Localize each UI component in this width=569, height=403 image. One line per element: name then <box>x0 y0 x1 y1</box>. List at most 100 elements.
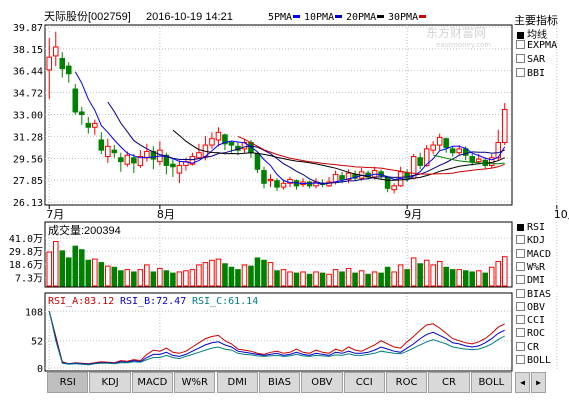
volume-bar <box>391 271 397 287</box>
candle-body <box>111 149 118 154</box>
sub-indicator-item-wpctr[interactable]: W%R <box>516 261 546 273</box>
candle-body <box>59 57 66 70</box>
volume-bar <box>436 260 443 287</box>
sub-indicator-item-label: CCI <box>527 315 546 327</box>
quote-datetime: 2016-10-19 14:21 <box>146 11 233 23</box>
ma-legend: 5PMA 10PMA 20PMA 30PMA <box>268 12 426 23</box>
volume-bar <box>397 264 404 287</box>
candle-body <box>332 173 339 183</box>
sub-indicator-item-obv[interactable]: OBV <box>516 301 546 313</box>
checkbox-icon <box>516 328 525 338</box>
volume-bar <box>189 269 196 287</box>
volume-bar <box>378 272 384 287</box>
tab-obv[interactable]: OBV <box>301 372 343 393</box>
volume-bar <box>124 269 131 287</box>
scroll-right-button[interactable]: ▶ <box>531 372 546 393</box>
tab-rsi[interactable]: RSI <box>47 372 89 393</box>
price-tick-label: 36.44 <box>13 67 43 78</box>
volume-bar <box>462 270 469 287</box>
volume-bar <box>222 263 228 287</box>
sub-indicator-item-rsi[interactable]: RSI <box>516 222 545 233</box>
indicator-item-bbi[interactable]: BBI <box>516 68 545 79</box>
sub-indicator-item-cci[interactable]: CCI <box>516 315 545 326</box>
candle-body <box>443 138 449 149</box>
volume-bar <box>72 245 79 287</box>
checkbox-icon <box>516 68 525 77</box>
tab-bias[interactable]: BIAS <box>258 372 301 393</box>
volume-bar <box>170 272 176 287</box>
sub-indicator-item-macd[interactable]: MACD <box>516 248 552 260</box>
indicator-item-expma[interactable]: EXPMA <box>516 40 557 51</box>
rsi-c-line <box>48 311 505 366</box>
volume-bar <box>274 270 280 287</box>
indicator-item-label: BBI <box>527 68 546 79</box>
volume-bar <box>144 264 150 287</box>
volume-bar <box>293 272 300 287</box>
indicator-item-sar[interactable]: SAR <box>516 54 545 65</box>
volume-bar <box>280 269 287 287</box>
candle-body <box>131 157 137 164</box>
checkbox-icon <box>516 301 525 311</box>
tab-boll[interactable]: BOLL <box>470 372 512 393</box>
candle-body <box>92 122 98 128</box>
volume-bar <box>332 269 339 287</box>
volume-bar <box>475 270 482 287</box>
tab-cr[interactable]: CR <box>428 372 470 393</box>
ma-swatch-3 <box>419 15 426 18</box>
volume-bar <box>176 271 183 287</box>
rsi-legend-rsi_a: RSI_A:83.12 <box>48 296 114 307</box>
tab-macd[interactable]: MACD <box>131 372 174 393</box>
candle-body <box>475 158 482 163</box>
volume-bar <box>430 264 436 287</box>
date-tick-label: 8月 <box>157 208 175 221</box>
volume-bar <box>105 265 111 287</box>
volume-bar <box>410 257 417 287</box>
candles <box>46 31 508 194</box>
candle-body <box>52 46 59 57</box>
tab-wpctr[interactable]: W%R <box>174 372 216 393</box>
volume-bar <box>469 271 475 287</box>
sub-indicator-item-label: OBV <box>527 301 546 313</box>
volume-bar <box>98 262 105 287</box>
sub-indicator-item-roc[interactable]: ROC <box>516 328 545 339</box>
candle-body <box>196 152 202 159</box>
volume-bar <box>137 269 144 287</box>
price-tick-label: 34.72 <box>13 89 43 100</box>
sub-indicator-item-label: MACD <box>527 248 552 260</box>
indicator-item-label: EXPMA <box>527 40 558 51</box>
rsi-tick-label: 108 <box>25 307 43 318</box>
rsi-panel <box>44 292 513 372</box>
candle-body <box>124 154 131 165</box>
volume-bar <box>384 266 391 287</box>
sub-indicator-item-label: ROC <box>527 328 546 340</box>
tab-kdj[interactable]: KDJ <box>89 372 131 393</box>
sub-indicator-item-cr[interactable]: CR <box>516 341 539 353</box>
candle-body <box>267 178 274 182</box>
candle-body <box>469 156 475 163</box>
checkbox-icon <box>516 341 525 351</box>
checkbox-icon <box>516 355 525 364</box>
volume-bar <box>261 259 267 287</box>
volume-bar <box>85 259 92 287</box>
checkbox-icon <box>516 54 525 63</box>
volume-bar <box>183 270 189 287</box>
tab-cci[interactable]: CCI <box>343 372 385 393</box>
candle-body <box>65 65 72 75</box>
volume-bar <box>404 269 410 287</box>
ma-label-0: 5PMA <box>268 12 292 23</box>
sub-indicator-item-dmi[interactable]: DMI <box>516 275 545 286</box>
indicator-item-均线[interactable]: 均线 <box>516 26 547 41</box>
scroll-left-button[interactable]: ◀ <box>515 372 530 393</box>
tab-roc[interactable]: ROC <box>385 372 428 393</box>
sub-indicator-item-bias[interactable]: BIAS <box>516 288 551 300</box>
candle-body <box>144 150 150 159</box>
indicator-item-label: SAR <box>527 54 546 65</box>
volume-bar <box>358 270 365 287</box>
sub-indicator-item-kdj[interactable]: KDJ <box>516 235 545 246</box>
volume-bar <box>417 263 423 287</box>
tab-dmi[interactable]: DMI <box>216 372 258 393</box>
sub-indicator-item-boll[interactable]: BOLL <box>516 355 551 366</box>
volume-bar <box>118 270 124 287</box>
ma-label-2: 20PMA <box>346 12 376 23</box>
sub-indicator-item-label: W%R <box>527 261 546 273</box>
